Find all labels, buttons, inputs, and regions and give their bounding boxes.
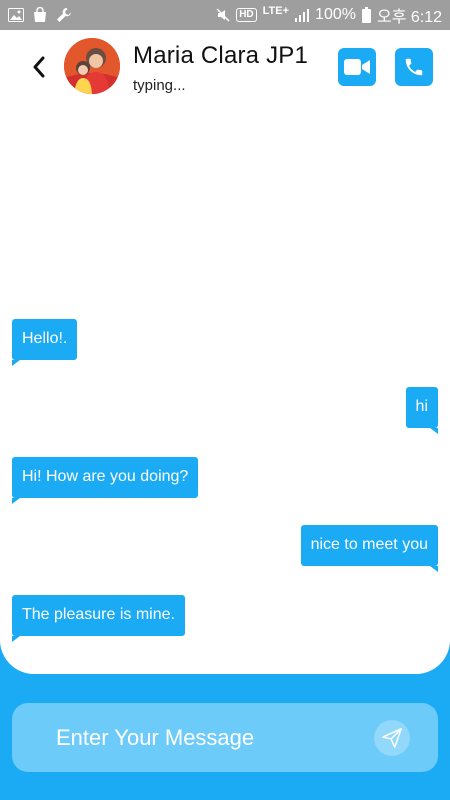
battery-icon — [361, 7, 371, 23]
signal-icon — [295, 8, 310, 22]
clock: 오후 6:12 — [376, 9, 442, 26]
incoming-message[interactable]: Hello!. — [12, 319, 78, 366]
outgoing-message[interactable]: hi — [405, 387, 439, 434]
send-button[interactable] — [374, 720, 410, 756]
wrench-icon — [56, 7, 72, 23]
image-icon — [8, 8, 24, 22]
incoming-message[interactable]: The pleasure is mine. — [12, 595, 185, 642]
chat-card: Maria Clara JP1 typing... Hello!. hi Hi!… — [0, 30, 450, 674]
message-input[interactable] — [56, 703, 356, 772]
message-list[interactable]: Hello!. hi Hi! How are you doing? nice t… — [0, 30, 450, 674]
network-type: LTE+ — [262, 5, 290, 17]
message-composer — [12, 703, 438, 772]
status-bar-left — [8, 7, 72, 23]
status-bar: HD LTE+ 100% 오후 6:12 — [0, 0, 450, 30]
hd-badge: HD — [236, 8, 257, 22]
mute-icon — [216, 8, 230, 22]
status-bar-right: HD LTE+ 100% 오후 6:12 — [216, 3, 442, 27]
send-icon — [382, 728, 402, 748]
bag-icon — [32, 7, 48, 23]
incoming-message[interactable]: Hi! How are you doing? — [12, 457, 199, 504]
outgoing-message[interactable]: nice to meet you — [300, 525, 439, 572]
battery-percent: 100% — [315, 6, 356, 23]
